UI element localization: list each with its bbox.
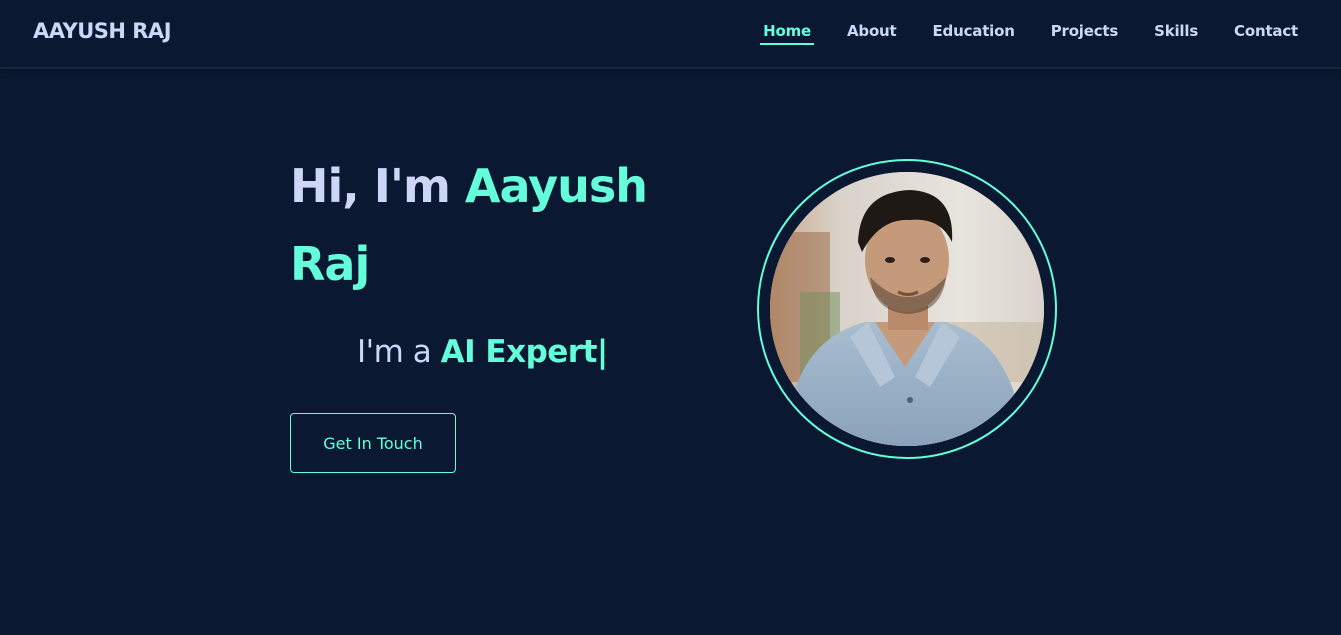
profile-photo (770, 172, 1044, 446)
hero-title: Hi, I'm Aayush Raj (290, 147, 690, 303)
nav-item-contact: Contact (1231, 21, 1301, 45)
get-in-touch-button[interactable]: Get In Touch (290, 413, 456, 473)
nav-item-projects: Projects (1048, 21, 1121, 45)
brand-logo[interactable]: AAYUSH RAJ (33, 19, 172, 43)
nav-item-home: Home (760, 21, 814, 45)
nav-link-education[interactable]: Education (930, 22, 1018, 43)
nav-item-about: About (844, 21, 900, 45)
nav-item-skills: Skills (1151, 21, 1201, 45)
profile-photo-illustration (770, 172, 1044, 446)
profile-photo-ring (757, 159, 1057, 459)
typed-role: AI Expert (440, 334, 598, 370)
hero-section: Hi, I'm Aayush Raj I'm a AI Expert| Get … (0, 69, 1341, 635)
hero-tagline: I'm a AI Expert| (357, 334, 608, 370)
navbar: AAYUSH RAJ Home About Education Projects… (0, 0, 1341, 69)
nav-item-education: Education (930, 21, 1018, 45)
nav-links: Home About Education Projects Skills Con… (760, 21, 1301, 45)
nav-link-skills[interactable]: Skills (1151, 22, 1201, 43)
typing-cursor: | (596, 334, 608, 370)
nav-link-projects[interactable]: Projects (1048, 22, 1121, 43)
tagline-prefix: I'm a (357, 334, 432, 370)
hero-greeting: Hi, I'm (290, 159, 451, 213)
nav-link-contact[interactable]: Contact (1231, 22, 1301, 43)
nav-link-about[interactable]: About (844, 22, 900, 43)
nav-link-home[interactable]: Home (760, 22, 814, 45)
